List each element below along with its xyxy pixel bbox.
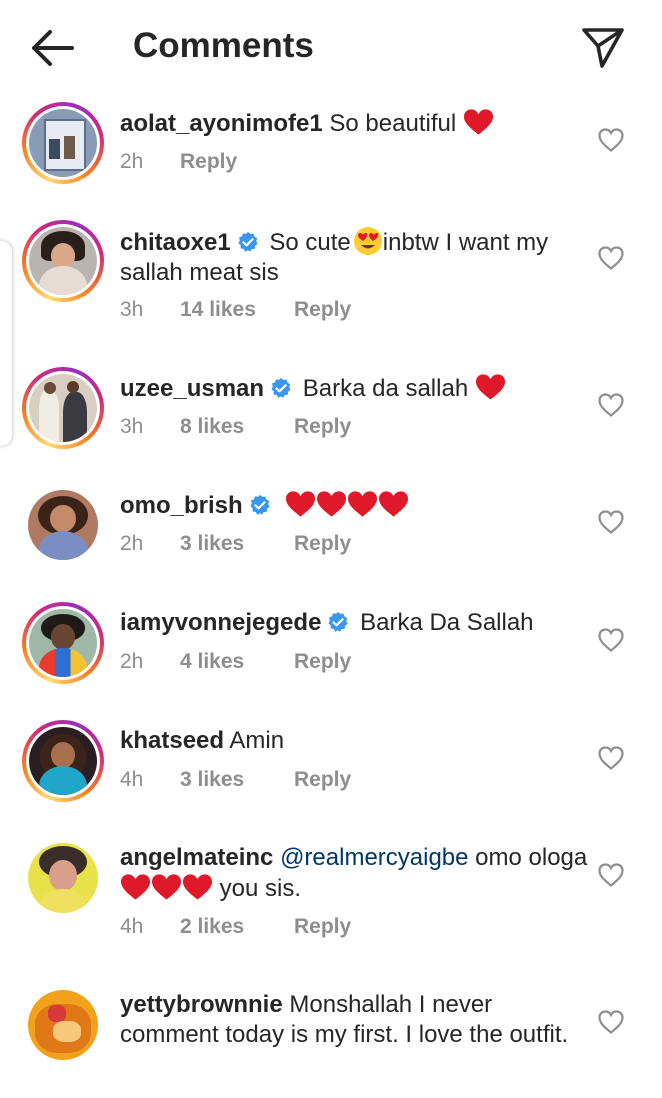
comment-text: khatseed Amin: [120, 726, 590, 756]
reply-button[interactable]: Reply: [294, 915, 351, 938]
avatar[interactable]: [22, 602, 104, 684]
comment-body-continued: you sis.: [219, 875, 302, 902]
comment-likes[interactable]: 4 likes: [180, 649, 294, 675]
comment-username[interactable]: khatseed: [120, 727, 224, 754]
comment-meta: 2h Reply: [120, 149, 237, 175]
back-arrow-icon[interactable]: [28, 28, 74, 68]
red-heart-emoji-icon: [463, 109, 493, 135]
comment-meta: 3h 8 likes Reply: [120, 414, 351, 440]
comment-text: omo_brish: [120, 490, 590, 521]
avatar[interactable]: [22, 837, 104, 919]
comment-username[interactable]: uzee_usman: [120, 375, 264, 402]
reply-button[interactable]: Reply: [294, 298, 351, 321]
red-heart-emoji-icon: [379, 491, 409, 517]
comment-body: Barka da sallah: [302, 375, 469, 402]
like-heart-icon[interactable]: [598, 128, 624, 152]
avatar[interactable]: [22, 220, 104, 302]
comment-body: Barka Da Sallah: [360, 609, 534, 636]
like-heart-icon[interactable]: [598, 246, 624, 270]
comment-likes[interactable]: 8 likes: [180, 414, 294, 440]
comment-username[interactable]: iamyvonnejegede: [120, 609, 321, 636]
reply-button[interactable]: Reply: [294, 650, 351, 673]
reply-button[interactable]: Reply: [294, 768, 351, 791]
comment-meta: 3h 14 likes Reply: [120, 297, 351, 323]
comment-meta: 4h 2 likes Reply: [120, 914, 351, 940]
comment-meta: 4h 3 likes Reply: [120, 767, 351, 793]
comment-text: aolat_ayonimofe1 So beautiful: [120, 108, 590, 139]
verified-badge-icon: [238, 231, 258, 252]
verified-badge-icon: [271, 377, 291, 398]
red-heart-emoji-icon: [120, 874, 151, 900]
red-heart-emoji-icon: [286, 491, 316, 517]
comment-time: 2h: [120, 150, 144, 173]
verified-badge-icon: [328, 611, 348, 632]
like-heart-icon[interactable]: [598, 393, 624, 417]
like-heart-icon[interactable]: [598, 1010, 624, 1034]
comment-likes[interactable]: 3 likes: [180, 767, 294, 793]
comment-username[interactable]: angelmateinc: [120, 844, 273, 871]
avatar[interactable]: [22, 367, 104, 449]
reply-button[interactable]: Reply: [180, 150, 237, 173]
comment-text: yettybrownnie Monshallah I never comment…: [120, 990, 590, 1050]
red-heart-emoji-icon: [348, 491, 378, 517]
avatar[interactable]: [22, 102, 104, 184]
comment-username[interactable]: aolat_ayonimofe1: [120, 110, 323, 137]
comment-likes[interactable]: 3 likes: [180, 531, 294, 557]
comment-body: So cute: [269, 229, 351, 256]
comment-text: angelmateinc @realmercyaigbe omo ologa y…: [120, 843, 590, 904]
like-heart-icon[interactable]: [598, 628, 624, 652]
comment-username[interactable]: chitaoxe1: [120, 229, 231, 256]
mention-link[interactable]: @realmercyaigbe: [280, 844, 468, 871]
comment-text: iamyvonnejegede Barka Da Sallah: [120, 608, 590, 638]
top-bar: Comments: [0, 0, 662, 100]
heart-eyes-emoji-icon: [353, 227, 382, 255]
comment-time: 3h: [120, 415, 144, 438]
comment-meta: 2h 4 likes Reply: [120, 649, 351, 675]
comment-body: So beautiful: [329, 110, 457, 137]
comment-likes[interactable]: 14 likes: [180, 297, 294, 323]
page-title: Comments: [133, 26, 314, 65]
comment-meta: 2h 3 likes Reply: [120, 531, 351, 557]
red-heart-emoji-icon: [475, 374, 505, 400]
comment-username[interactable]: yettybrownnie: [120, 991, 283, 1018]
avatar[interactable]: [22, 484, 104, 566]
comment-body: omo ologa: [475, 844, 588, 871]
comment-time: 4h: [120, 768, 144, 791]
red-heart-emoji-icon: [151, 874, 182, 900]
red-heart-emoji-icon: [317, 491, 347, 517]
like-heart-icon[interactable]: [598, 510, 624, 534]
avatar[interactable]: [22, 984, 104, 1066]
avatar[interactable]: [22, 720, 104, 802]
red-heart-emoji-icon: [182, 874, 213, 900]
comment-time: 2h: [120, 532, 144, 555]
like-heart-icon[interactable]: [598, 746, 624, 770]
comment-username[interactable]: omo_brish: [120, 492, 243, 519]
comment-text: chitaoxe1 So cute inbtw I want my sallah …: [120, 226, 590, 288]
direct-message-icon[interactable]: [580, 26, 626, 70]
reply-button[interactable]: Reply: [294, 415, 351, 438]
comment-body: Amin: [229, 727, 285, 754]
comment-time: 4h: [120, 915, 144, 938]
verified-badge-icon: [250, 494, 270, 515]
comment-likes[interactable]: 2 likes: [180, 914, 294, 940]
comment-time: 3h: [120, 298, 144, 321]
like-heart-icon[interactable]: [598, 863, 624, 887]
comment-text: uzee_usman Barka da sallah: [120, 373, 590, 404]
edge-panel-handle[interactable]: [0, 240, 13, 447]
reply-button[interactable]: Reply: [294, 532, 351, 555]
comment-time: 2h: [120, 650, 144, 673]
